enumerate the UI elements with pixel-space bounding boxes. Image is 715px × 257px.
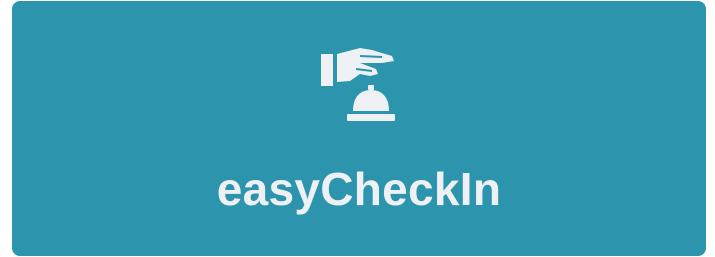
easycheckin-tile[interactable]: easyCheckIn: [12, 1, 706, 256]
app-title: easyCheckIn: [216, 163, 502, 215]
concierge-bell-hand-icon: [320, 44, 404, 124]
